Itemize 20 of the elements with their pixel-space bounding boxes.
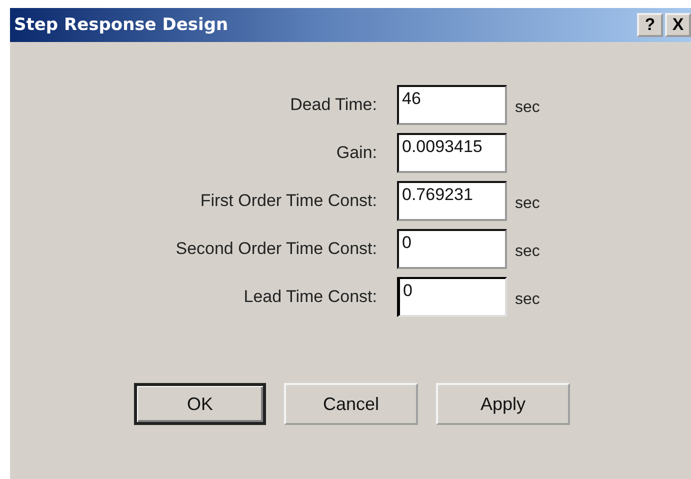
input-field[interactable]: 46 <box>397 85 507 125</box>
input-field[interactable]: 0 <box>397 229 507 269</box>
field-label: Lead Time Const: <box>242 287 377 307</box>
help-button[interactable]: ? <box>637 13 663 37</box>
dialog-button[interactable]: OK <box>134 383 266 425</box>
field-label: Gain: <box>335 143 377 163</box>
window-title: Step Response Design <box>13 15 228 35</box>
input-field[interactable]: 0.0093415 <box>397 133 507 173</box>
field-label: Dead Time: <box>289 95 377 115</box>
unit-label: sec <box>515 290 541 309</box>
input-field[interactable]: 0 <box>397 277 507 317</box>
input-field[interactable]: 0.769231 <box>397 181 507 221</box>
dialog-button[interactable]: Cancel <box>284 383 418 425</box>
dialog-button[interactable]: Apply <box>436 383 570 425</box>
unit-label: sec <box>515 242 541 261</box>
field-label: Second Order Time Const: <box>174 239 377 259</box>
field-label: First Order Time Const: <box>199 191 377 211</box>
close-button[interactable]: X <box>665 13 691 37</box>
unit-label: sec <box>515 194 541 213</box>
unit-label: sec <box>515 98 541 117</box>
